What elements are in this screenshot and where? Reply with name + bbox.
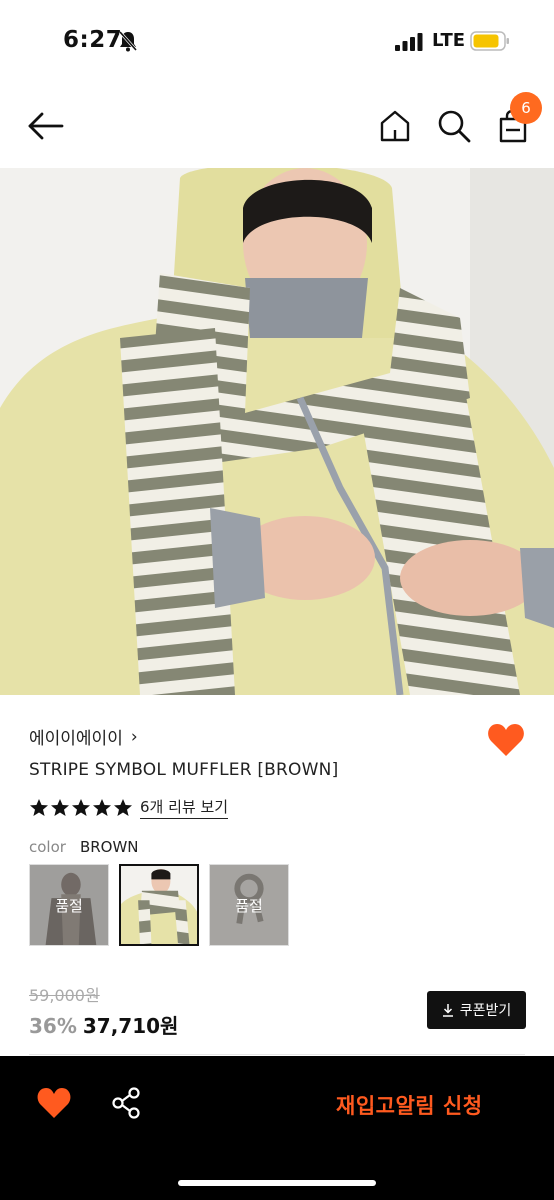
brand-name: 에이이에이이 bbox=[29, 729, 123, 749]
soldout-overlay: 품절 bbox=[210, 865, 288, 945]
star-icon bbox=[30, 798, 48, 816]
discount-rate: 36% bbox=[29, 1014, 77, 1038]
product-image[interactable] bbox=[0, 168, 554, 695]
option-label: color bbox=[29, 838, 66, 856]
product-photo bbox=[0, 168, 554, 695]
review-link[interactable]: 6개 리뷰 보기 bbox=[140, 796, 229, 819]
chevron-right-icon: › bbox=[130, 726, 138, 747]
bell-off-icon bbox=[118, 31, 138, 52]
top-nav bbox=[0, 84, 554, 168]
soldout-overlay: 품절 bbox=[30, 865, 108, 945]
star-icon bbox=[51, 798, 69, 816]
bottom-action-bar: 재입고알림 신청 bbox=[0, 1056, 554, 1200]
swatch-1[interactable]: 품절 bbox=[29, 864, 109, 946]
search-icon[interactable] bbox=[436, 108, 472, 144]
option-value: BROWN bbox=[79, 838, 139, 856]
heart-icon[interactable] bbox=[486, 722, 526, 758]
status-time: 6:27 bbox=[63, 27, 123, 53]
original-price: 59,000원 bbox=[29, 986, 100, 1005]
status-bar: 6:27 LTE bbox=[0, 0, 554, 84]
network-label: LTE bbox=[432, 30, 466, 51]
download-icon bbox=[442, 1004, 453, 1017]
back-arrow-icon[interactable] bbox=[26, 108, 66, 144]
star-icon bbox=[72, 798, 90, 816]
selected-swatch-label bbox=[121, 866, 197, 944]
swatch-3[interactable]: 품절 bbox=[209, 864, 289, 946]
sale-price: 37,710원 bbox=[82, 1014, 179, 1038]
star-icon bbox=[93, 798, 111, 816]
divider bbox=[29, 1054, 525, 1055]
star-icon bbox=[114, 798, 132, 816]
share-icon[interactable] bbox=[111, 1086, 141, 1120]
price-row: 36% 37,710원 bbox=[29, 1010, 178, 1039]
color-swatches: 품절 품절 bbox=[29, 864, 289, 946]
rating-row: 6개 리뷰 보기 bbox=[29, 796, 229, 819]
cart-count-badge: 6 bbox=[510, 92, 542, 124]
rating-stars bbox=[29, 798, 133, 818]
product-title: STRIPE SYMBOL MUFFLER [BROWN] bbox=[29, 760, 339, 780]
home-indicator bbox=[178, 1180, 376, 1186]
coupon-label: 쿠폰받기 bbox=[459, 1003, 512, 1019]
brand-link[interactable]: 에이이에이이 › bbox=[29, 724, 138, 750]
option-row: color BROWN bbox=[29, 838, 139, 856]
swatch-2[interactable] bbox=[119, 864, 199, 946]
restock-notify-button[interactable]: 재입고알림 신청 bbox=[336, 1090, 483, 1120]
coupon-button[interactable]: 쿠폰받기 bbox=[427, 991, 526, 1029]
battery-icon bbox=[470, 31, 509, 51]
heart-icon[interactable] bbox=[36, 1086, 72, 1120]
home-icon[interactable] bbox=[378, 108, 412, 144]
signal-icon bbox=[395, 33, 423, 51]
